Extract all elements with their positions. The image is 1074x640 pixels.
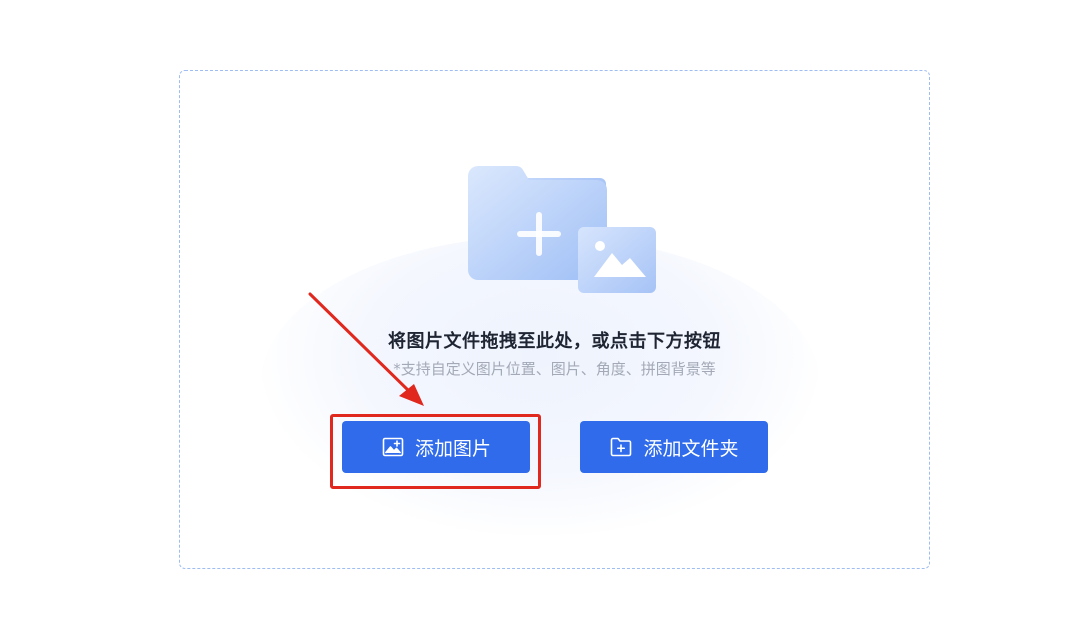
folder-plus-image-illustration [468,165,656,293]
add-folder-label: 添加文件夹 [643,437,739,460]
drop-zone-subtitle: *支持自定义图片位置、图片、角度、拼图背景等 [393,360,716,378]
add-image-button[interactable]: 添加图片 [342,421,530,473]
upload-page: 将图片文件拖拽至此处，或点击下方按钮 *支持自定义图片位置、图片、角度、拼图背景… [0,0,1074,640]
add-folder-button[interactable]: 添加文件夹 [580,421,768,473]
image-plus-icon [381,435,405,459]
drop-zone-title: 将图片文件拖拽至此处，或点击下方按钮 [388,331,721,352]
folder-plus-icon [609,435,633,459]
add-image-label: 添加图片 [414,437,491,460]
drop-zone[interactable]: 将图片文件拖拽至此处，或点击下方按钮 *支持自定义图片位置、图片、角度、拼图背景… [179,70,930,569]
